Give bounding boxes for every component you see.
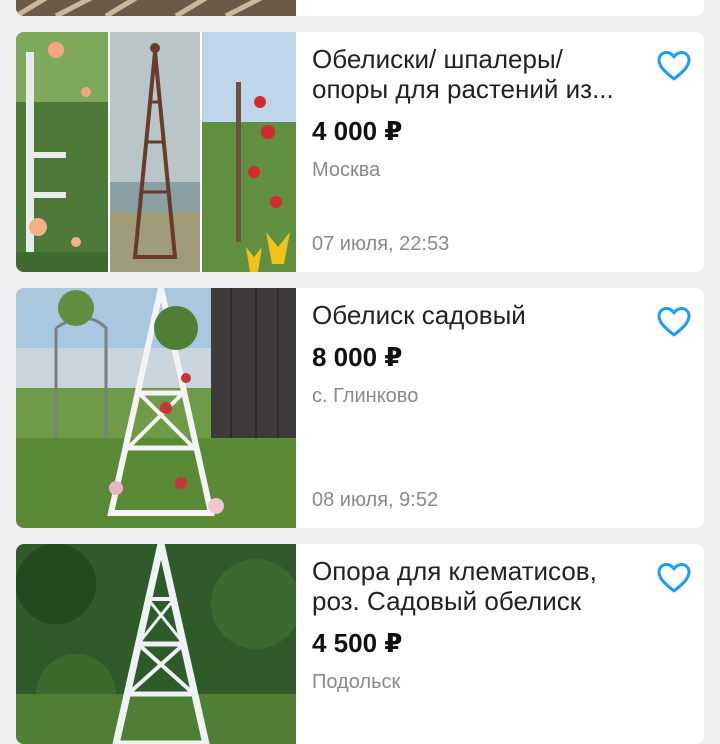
heart-outline-icon [657,563,691,593]
listing-price: 4 500 ₽ [312,628,403,658]
favorite-button[interactable] [654,302,694,342]
listing-card[interactable]: Опора для клематисов, роз. Садовый обели… [16,544,704,744]
listing-date: 07 июля, 22:53 [312,233,450,255]
listing-card[interactable]: Обелиски/ шпалеры/ опоры для растений из… [16,32,704,272]
listing-title-line: роз. Садовый обелиск [312,586,582,616]
listing-title-line: Обелиски/ шпалеры/ [312,44,563,74]
listing-date: 08 июля, 9:52 [312,489,439,511]
heart-outline-icon [657,307,691,337]
listing-price: 8 000 ₽ [312,342,403,372]
listing-location: Москва [312,159,381,181]
listing-card-partial[interactable] [16,0,704,16]
favorite-button[interactable] [654,46,694,86]
listing-title[interactable]: Обелиски/ шпалеры/ опоры для растений из… [312,44,648,104]
favorite-button[interactable] [654,558,694,598]
listing-title[interactable]: Опора для клематисов, роз. Садовый обели… [312,556,648,616]
listing-card[interactable]: Обелиск садовый 8 000 ₽ с. Глинково 08 и… [16,288,704,528]
listing-location: с. Глинково [312,385,419,407]
listing-title-line: Обелиск садовый [312,300,526,330]
heart-outline-icon [657,51,691,81]
listing-price: 4 000 ₽ [312,116,403,146]
listing-photo[interactable] [16,32,296,272]
listing-photo[interactable] [16,0,296,16]
listing-title-line: опоры для растений из... [312,74,614,104]
listing-photo[interactable] [16,544,296,744]
listing-title-line: Опора для клематисов, [312,556,597,586]
listing-photo[interactable] [16,288,296,528]
listing-title[interactable]: Обелиск садовый [312,300,648,330]
listing-location: Подольск [312,671,401,693]
